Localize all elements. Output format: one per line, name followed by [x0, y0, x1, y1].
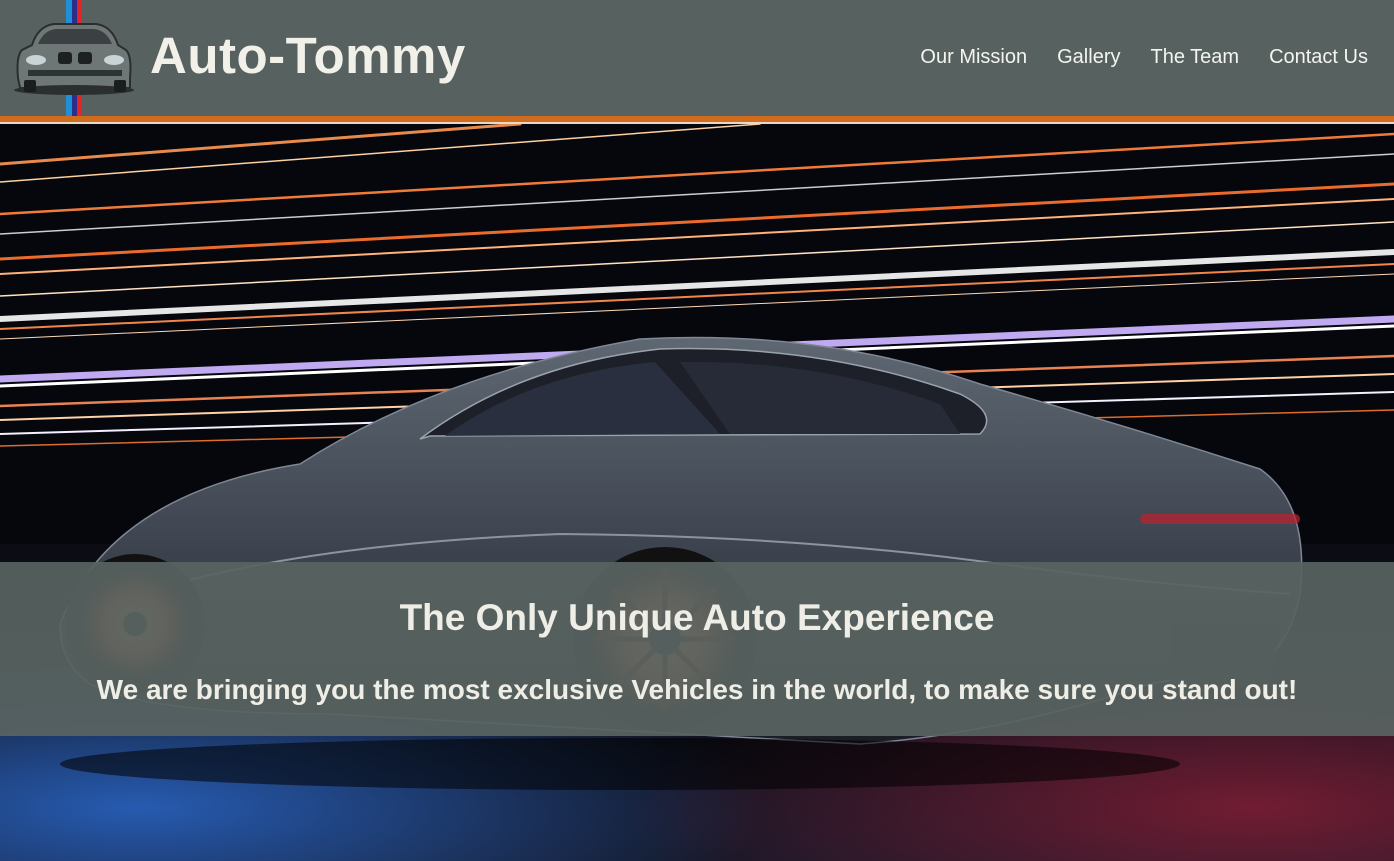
brand-title[interactable]: Auto-Tommy	[150, 26, 466, 86]
hero-title: The Only Unique Auto Experience	[399, 597, 995, 638]
car-front-logo-icon[interactable]	[14, 0, 134, 116]
hero-car-image	[0, 124, 1394, 861]
nav-link-our-mission[interactable]: Our Mission	[920, 44, 1027, 70]
hero-banner: The Only Unique Auto Experience We are b…	[0, 562, 1394, 736]
main-nav: Our Mission Gallery The Team Contact Us	[890, 44, 1368, 70]
hero-subtitle: We are bringing you the most exclusive V…	[96, 674, 1298, 705]
nav-link-contact-us[interactable]: Contact Us	[1269, 44, 1368, 70]
nav-link-gallery[interactable]: Gallery	[1057, 44, 1120, 70]
site-header: Auto-Tommy Our Mission Gallery The Team …	[0, 0, 1394, 116]
nav-link-the-team[interactable]: The Team	[1150, 44, 1239, 70]
hero-section: The Only Unique Auto Experience We are b…	[0, 124, 1394, 861]
